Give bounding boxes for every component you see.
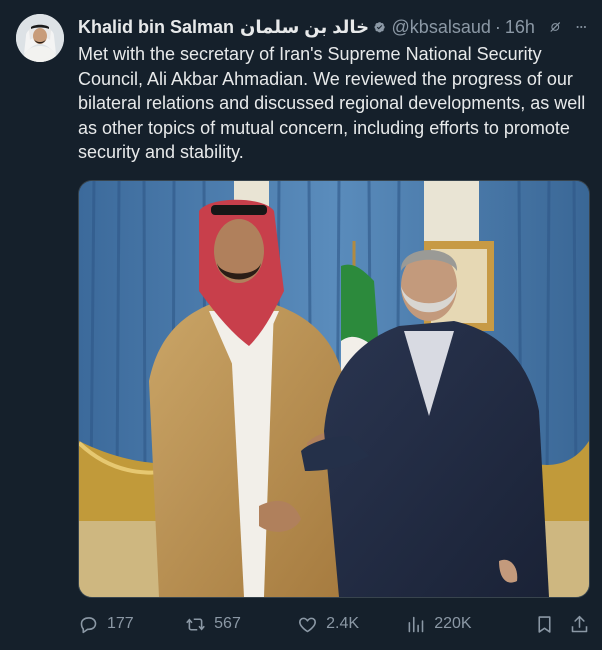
like-button[interactable]: 2.4K	[297, 614, 405, 635]
retweet-arrows-icon	[186, 617, 206, 631]
arabic-name[interactable]: خالد بن سلمان	[240, 17, 369, 38]
separator-dot: ·	[494, 16, 501, 37]
like-count: 2.4K	[326, 615, 360, 632]
meeting-photo	[79, 181, 589, 597]
views-button[interactable]: 220K	[405, 614, 520, 635]
handle[interactable]: @kbsalsaud	[392, 17, 491, 38]
avatar[interactable]	[16, 14, 64, 62]
tweet-actions: 177 567 2.4K 220K	[78, 608, 590, 640]
bar-chart-icon	[408, 616, 424, 632]
avatar-image	[16, 14, 64, 62]
speech-bubble-icon	[80, 616, 97, 633]
views-count: 220K	[434, 615, 472, 632]
display-name[interactable]: Khalid bin Salman	[78, 17, 234, 38]
tweet-photo[interactable]	[78, 180, 590, 598]
grok-slash-icon[interactable]	[549, 16, 562, 38]
bookmark-icon[interactable]	[534, 614, 555, 635]
retweet-count: 567	[214, 615, 241, 632]
tweet-card: Khalid bin Salman خالد بن سلمان @kbsalsa…	[0, 0, 602, 650]
more-dots-icon[interactable]	[575, 16, 588, 38]
retweet-button[interactable]: 567	[185, 614, 297, 635]
heart-icon	[299, 617, 317, 632]
secondary-actions	[520, 614, 590, 635]
share-upload-icon[interactable]	[569, 614, 590, 635]
tweet-text: Met with the secretary of Iran's Supreme…	[78, 44, 586, 162]
tweet-header: Khalid bin Salman خالد بن سلمان @kbsalsa…	[78, 14, 588, 40]
reply-count: 177	[107, 615, 134, 632]
timestamp[interactable]: 16h	[505, 17, 535, 38]
verified-badge-icon	[374, 22, 385, 33]
reply-button[interactable]: 177	[78, 614, 185, 635]
